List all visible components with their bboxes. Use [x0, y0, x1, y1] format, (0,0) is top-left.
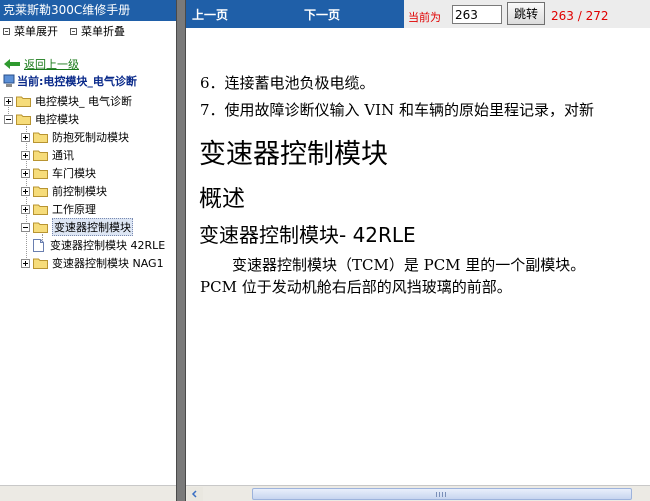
tree-item[interactable]: 变速器控制模块 NAG1: [21, 254, 164, 272]
tree-item-label: 变速器控制模块 NAG1: [52, 257, 164, 270]
tree-item-label: 电控模块: [35, 113, 79, 126]
expand-plus-icon[interactable]: [21, 150, 30, 160]
current-location: 当前:电控模块_电气诊断: [3, 73, 137, 89]
folder-icon: [33, 150, 48, 161]
tree-item-selected[interactable]: 变速器控制模块: [21, 218, 133, 236]
folder-open-icon: [16, 114, 31, 125]
collapse-minus-icon[interactable]: [4, 114, 13, 124]
folder-icon: [33, 132, 48, 143]
menu-expand-label: 菜单展开: [14, 25, 58, 38]
jump-button[interactable]: 跳转: [507, 2, 545, 25]
page-number-input[interactable]: [452, 5, 502, 24]
horizontal-scrollbar[interactable]: [186, 485, 650, 501]
current-page-label: 当前为: [408, 11, 441, 24]
tree-item-label: 变速器控制模块 42RLE: [50, 239, 166, 252]
tree-item-label: 工作原理: [52, 203, 96, 216]
expand-plus-icon[interactable]: [21, 132, 30, 142]
folder-icon: [16, 96, 31, 107]
grip-line: [442, 492, 443, 497]
tree-item[interactable]: 前控制模块: [21, 182, 107, 200]
tree-item-label: 防抱死制动模块: [52, 131, 129, 144]
tree-item[interactable]: 车门模块: [21, 164, 96, 182]
menu-collapse-label: 菜单折叠: [81, 25, 125, 38]
back-link[interactable]: 返回上一级: [4, 56, 79, 72]
folder-icon: [33, 204, 48, 215]
grip-line: [439, 492, 440, 497]
tree-item[interactable]: 通讯: [21, 146, 74, 164]
tree-item-label: 电控模块_ 电气诊断: [35, 95, 132, 108]
tree-item[interactable]: 电控模块_ 电气诊断: [4, 92, 132, 110]
scroll-left-button[interactable]: [187, 487, 203, 501]
content-pane: 上一页 下一页 当前为 跳转 263 / 272 6．连接蓄电池负极电缆。 7．…: [186, 0, 650, 501]
computer-icon: [3, 74, 15, 87]
tree-item[interactable]: 工作原理: [21, 200, 96, 218]
expand-all-icon: [3, 27, 10, 35]
chevron-left-icon: [191, 490, 197, 498]
step-line-6: 6．连接蓄电池负极电缆。: [200, 74, 375, 92]
topic-heading: 变速器控制模块- 42RLE: [199, 223, 416, 247]
left-nav-pane: 克莱斯勒300C维修手册 菜单展开 菜单折叠 返回上一级 当前:电控模块_电气诊…: [0, 0, 176, 501]
tree-item-label: 通讯: [52, 149, 74, 162]
body-paragraph: 变速器控制模块（TCM）是 PCM 里的一个副模块。PCM 位于发动机舱右后部的…: [200, 256, 586, 296]
page-jump-group: 当前为 跳转 263 / 272: [404, 0, 650, 28]
tree-item-label: 前控制模块: [52, 185, 107, 198]
subsection-heading: 概述: [199, 186, 245, 212]
folder-icon: [33, 186, 48, 197]
collapse-all-icon: [70, 27, 77, 35]
collapse-minus-icon[interactable]: [21, 222, 30, 232]
tree-item[interactable]: 电控模块: [4, 110, 79, 128]
tree-item-label: 变速器控制模块: [52, 218, 133, 236]
scroll-thumb[interactable]: [252, 488, 632, 500]
expand-plus-icon[interactable]: [21, 186, 30, 196]
current-location-label: 当前:电控模块_电气诊断: [17, 75, 137, 88]
expand-plus-icon[interactable]: [21, 168, 30, 178]
step-line-7: 7．使用故障诊断仪输入 VIN 和车辆的原始里程记录，对新: [200, 101, 594, 119]
left-horizontal-scrollbar[interactable]: [0, 485, 176, 501]
prev-page-link[interactable]: 上一页: [192, 6, 228, 23]
tree-item-document[interactable]: 变速器控制模块 42RLE: [21, 236, 165, 254]
tree-item-label: 车门模块: [52, 167, 96, 180]
expand-plus-icon[interactable]: [21, 258, 30, 268]
document-view: 6．连接蓄电池负极电缆。 7．使用故障诊断仪输入 VIN 和车辆的原始里程记录，…: [186, 28, 650, 485]
app-title: 克莱斯勒300C维修手册: [0, 0, 176, 21]
grip-line: [445, 492, 446, 497]
expand-plus-icon[interactable]: [4, 96, 13, 106]
document-icon: [33, 238, 44, 252]
folder-open-icon: [33, 222, 48, 233]
menu-expand-button[interactable]: 菜单展开: [3, 23, 58, 39]
page-count: 263 / 272: [551, 9, 609, 23]
page-toolbar: 上一页 下一页 当前为 跳转 263 / 272: [186, 0, 650, 28]
folder-icon: [33, 258, 48, 269]
folder-icon: [33, 168, 48, 179]
menu-collapse-button[interactable]: 菜单折叠: [70, 23, 125, 39]
grip-line: [436, 492, 437, 497]
next-page-link[interactable]: 下一页: [304, 6, 340, 23]
tree-item[interactable]: 防抱死制动模块: [21, 128, 129, 146]
section-heading: 变速器控制模块: [199, 139, 388, 170]
back-link-label: 返回上一级: [24, 58, 79, 71]
back-arrow-icon: [4, 59, 20, 69]
menu-row: 菜单展开 菜单折叠: [0, 22, 176, 40]
pane-splitter[interactable]: [176, 0, 186, 501]
expand-plus-icon[interactable]: [21, 204, 30, 214]
